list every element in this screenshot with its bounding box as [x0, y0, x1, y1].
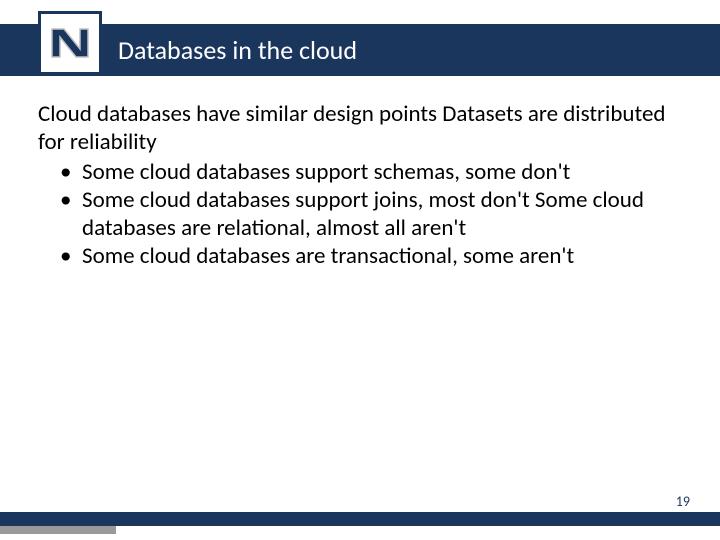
n-logo-icon [46, 19, 94, 67]
slide-body: Cloud databases have similar design poin… [38, 100, 682, 270]
bullet-list: Some cloud databases support schemas, so… [38, 158, 682, 270]
footer-bar [0, 512, 720, 526]
slide-title: Databases in the cloud [118, 24, 357, 76]
list-item: Some cloud databases support schemas, so… [60, 158, 682, 186]
footer-accent [0, 526, 116, 534]
list-item: Some cloud databases support joins, most… [60, 186, 682, 242]
page-number: 19 [676, 493, 690, 510]
university-logo [38, 11, 102, 75]
slide: Databases in the cloud Cloud databases h… [0, 0, 720, 540]
list-item: Some cloud databases are transactional, … [60, 242, 682, 270]
header-bar [0, 24, 720, 76]
lead-text: Cloud databases have similar design poin… [38, 100, 682, 156]
